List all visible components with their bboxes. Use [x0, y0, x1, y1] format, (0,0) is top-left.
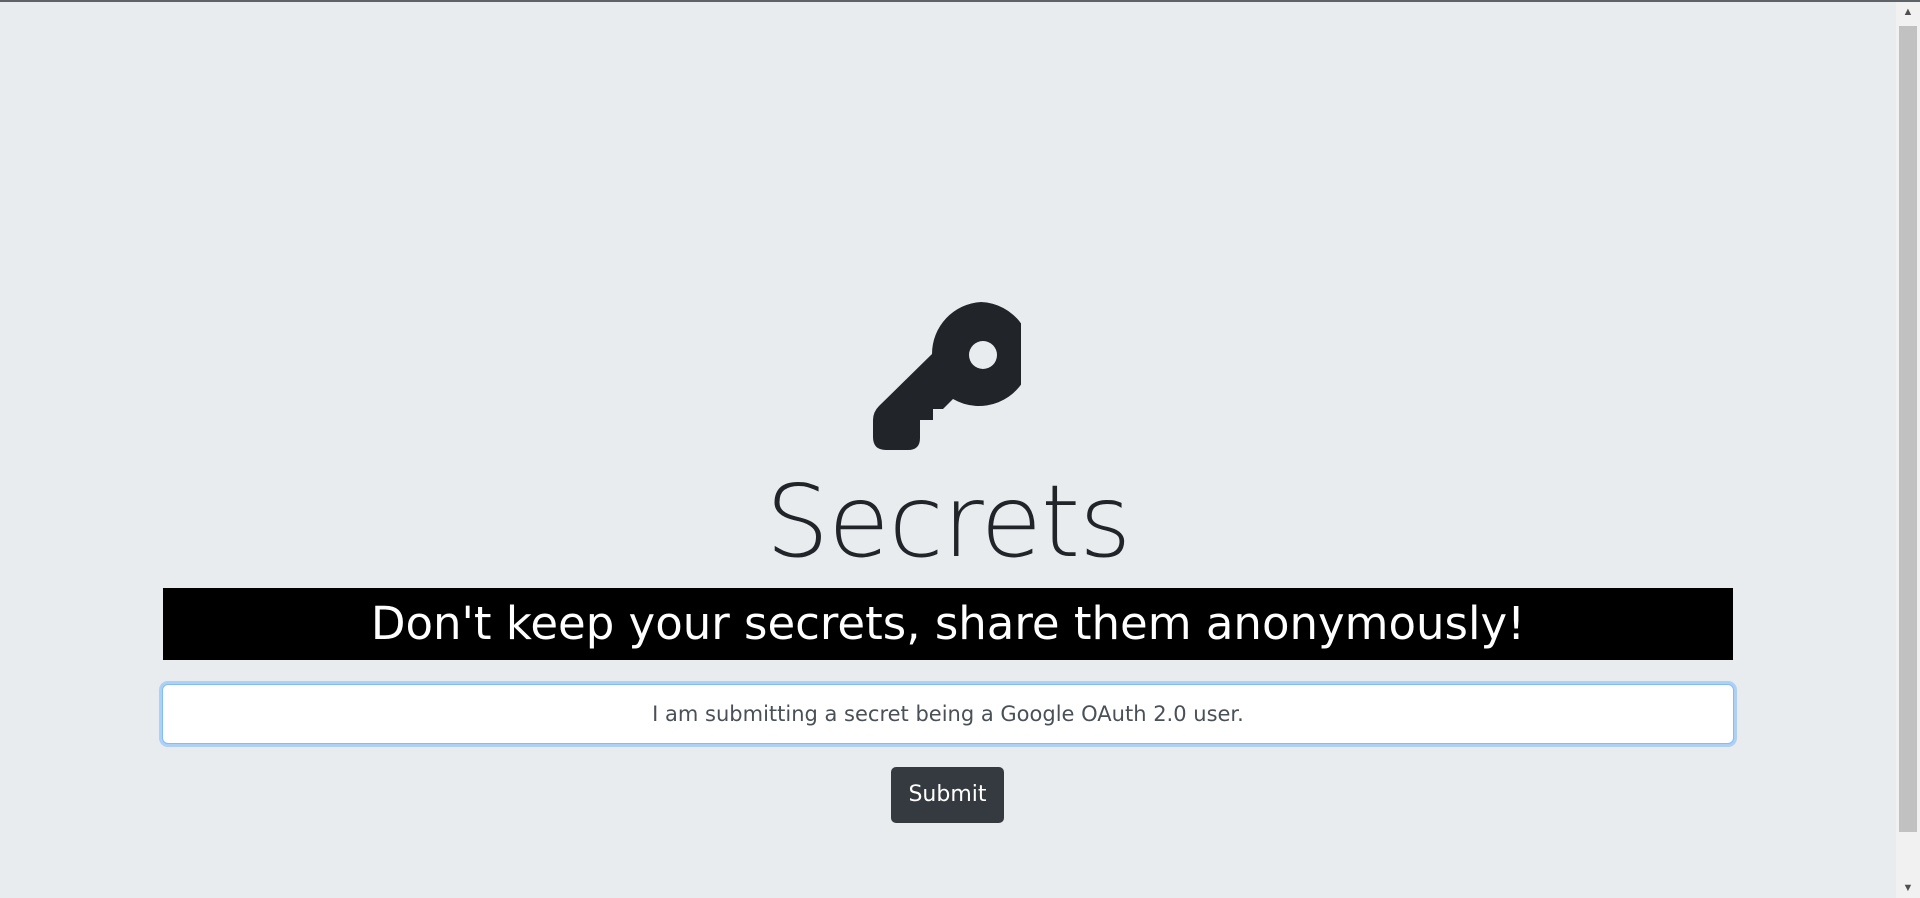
tagline-banner: Don't keep your secrets, share them anon… — [163, 588, 1733, 660]
key-icon — [873, 302, 1021, 450]
secret-submission-page: Secrets Don't keep your secrets, share t… — [0, 2, 1896, 898]
secret-input[interactable] — [162, 684, 1734, 744]
scroll-down-icon[interactable]: ▼ — [1896, 878, 1920, 898]
vertical-scrollbar[interactable]: ▲ ▼ — [1896, 2, 1920, 898]
scrollbar-thumb[interactable] — [1899, 26, 1917, 832]
scroll-up-icon[interactable]: ▲ — [1896, 2, 1920, 22]
submit-button[interactable]: Submit — [891, 767, 1004, 823]
page-title: Secrets — [765, 463, 1132, 580]
